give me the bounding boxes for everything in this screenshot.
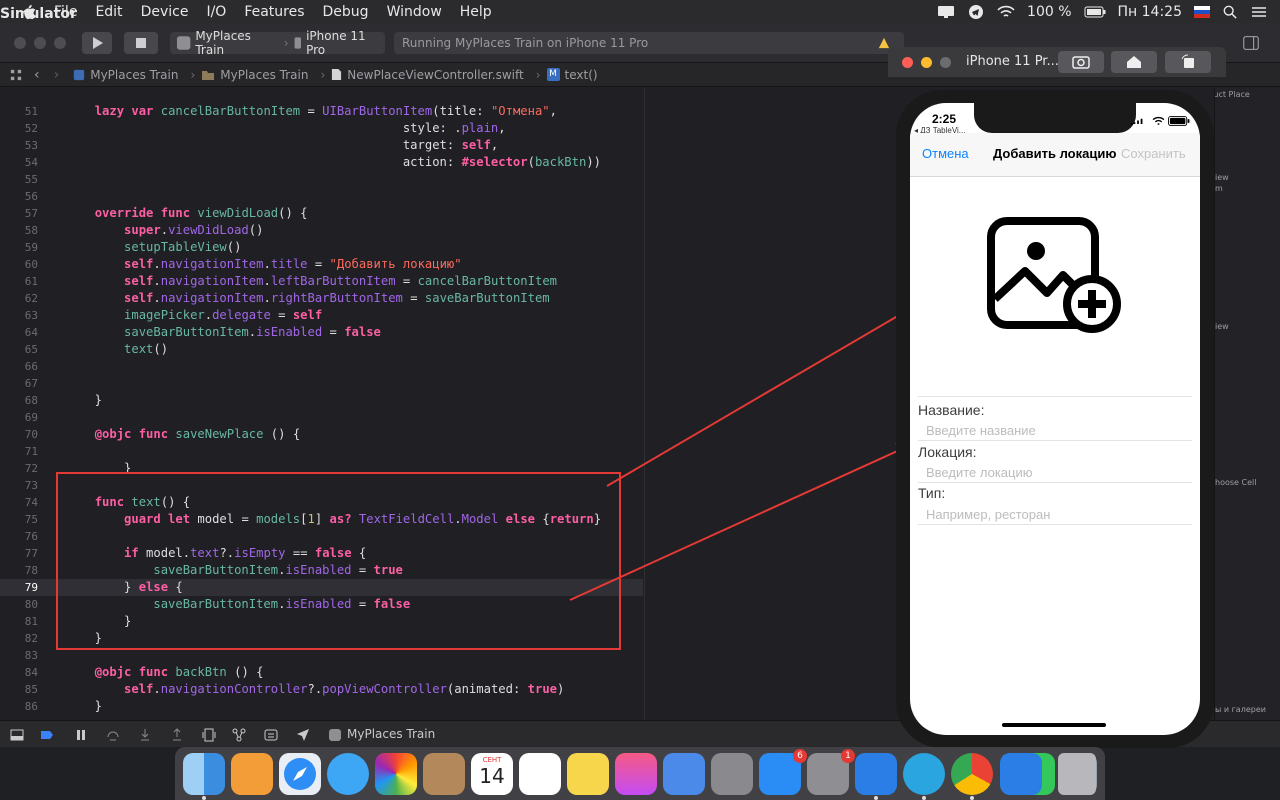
running-indicator [874, 796, 878, 800]
breakpoints-icon[interactable] [40, 728, 54, 742]
calendar-month: СЕНТ [482, 756, 502, 764]
contacts-icon[interactable] [423, 753, 465, 795]
status-time: 2:25 [932, 112, 957, 126]
running-indicator [922, 796, 926, 800]
app-store-badge: 6 [793, 749, 807, 763]
add-photo-icon[interactable] [984, 214, 1124, 334]
screenshot-button[interactable] [1058, 51, 1104, 73]
battery-status-icon [1168, 116, 1190, 126]
simulator-window: iPhone 11 Pr... 2:25 ◂ ДЗ TableVi... Отм… [888, 47, 1226, 749]
iphone-screen[interactable]: 2:25 ◂ ДЗ TableVi... Отмена Добавить лок… [910, 103, 1200, 735]
type-field[interactable] [918, 505, 1192, 525]
cancel-button[interactable]: Отмена [922, 146, 969, 161]
compass-icon [284, 758, 316, 790]
simulate-location-icon[interactable] [296, 728, 310, 742]
simulator-dock-icon[interactable] [1000, 753, 1042, 795]
memory-graph-icon[interactable] [232, 728, 246, 742]
iphone-frame: 2:25 ◂ ДЗ TableVi... Отмена Добавить лок… [896, 90, 1214, 748]
name-field[interactable] [918, 421, 1192, 441]
telegram-dock-icon[interactable] [903, 753, 945, 795]
running-indicator [970, 796, 974, 800]
wifi-status-icon [1152, 116, 1165, 125]
rotate-button[interactable] [1165, 51, 1211, 73]
simulator-titlebar: iPhone 11 Pr... [888, 47, 1226, 77]
view-debugger-icon[interactable] [202, 728, 216, 742]
calendar-icon[interactable]: СЕНТ 14 [471, 753, 513, 795]
environment-overrides-icon[interactable] [264, 728, 278, 742]
sim-close-button[interactable] [902, 57, 913, 68]
arrow-to-name-field [569, 442, 917, 601]
step-into-icon[interactable] [138, 728, 152, 742]
notes-icon[interactable] [567, 753, 609, 795]
signal-icon [1130, 118, 1143, 125]
debug-target-label: MyPlaces Train [347, 727, 436, 741]
calendar-day: 14 [479, 764, 505, 788]
settings-badge: 1 [841, 749, 855, 763]
step-over-icon[interactable] [106, 728, 120, 742]
name-label: Название: [918, 402, 985, 418]
rotate-icon [1181, 54, 1194, 68]
home-indicator[interactable] [1002, 723, 1106, 727]
sim-minimize-button[interactable] [921, 57, 932, 68]
home-icon [1127, 56, 1141, 68]
music-icon[interactable] [615, 753, 657, 795]
nav-title: Добавить локацию [993, 146, 1117, 161]
notch [974, 103, 1136, 133]
photos-icon[interactable] [375, 753, 417, 795]
step-out-icon[interactable] [170, 728, 184, 742]
chrome-icon[interactable] [951, 753, 993, 795]
save-button[interactable]: Сохранить [1121, 146, 1186, 161]
separator [918, 396, 1192, 397]
xcode-icon[interactable] [855, 753, 897, 795]
messages-icon[interactable] [327, 753, 369, 795]
location-label: Локация: [918, 444, 977, 460]
navigation-bar: Отмена Добавить локацию Сохранить [910, 133, 1200, 177]
books-icon[interactable] [231, 753, 273, 795]
hide-debug-area-icon[interactable] [10, 728, 24, 742]
reminders-icon[interactable] [519, 753, 561, 795]
target-app-icon [329, 729, 341, 741]
running-indicator [202, 796, 206, 800]
dock: СЕНТ 14 6 1 [175, 747, 1105, 800]
home-button[interactable] [1111, 51, 1157, 73]
finder-icon[interactable] [183, 753, 225, 795]
safari-icon[interactable] [279, 753, 321, 795]
keynote-icon[interactable] [663, 753, 705, 795]
sim-zoom-button[interactable] [940, 57, 951, 68]
trash-icon[interactable] [1058, 753, 1096, 795]
calculator-icon[interactable] [711, 753, 753, 795]
location-field[interactable] [918, 463, 1192, 483]
pause-icon[interactable] [74, 728, 88, 742]
sim-title: iPhone 11 Pr... [966, 54, 1059, 69]
type-label: Тип: [918, 485, 946, 501]
camera-icon [1072, 56, 1090, 69]
